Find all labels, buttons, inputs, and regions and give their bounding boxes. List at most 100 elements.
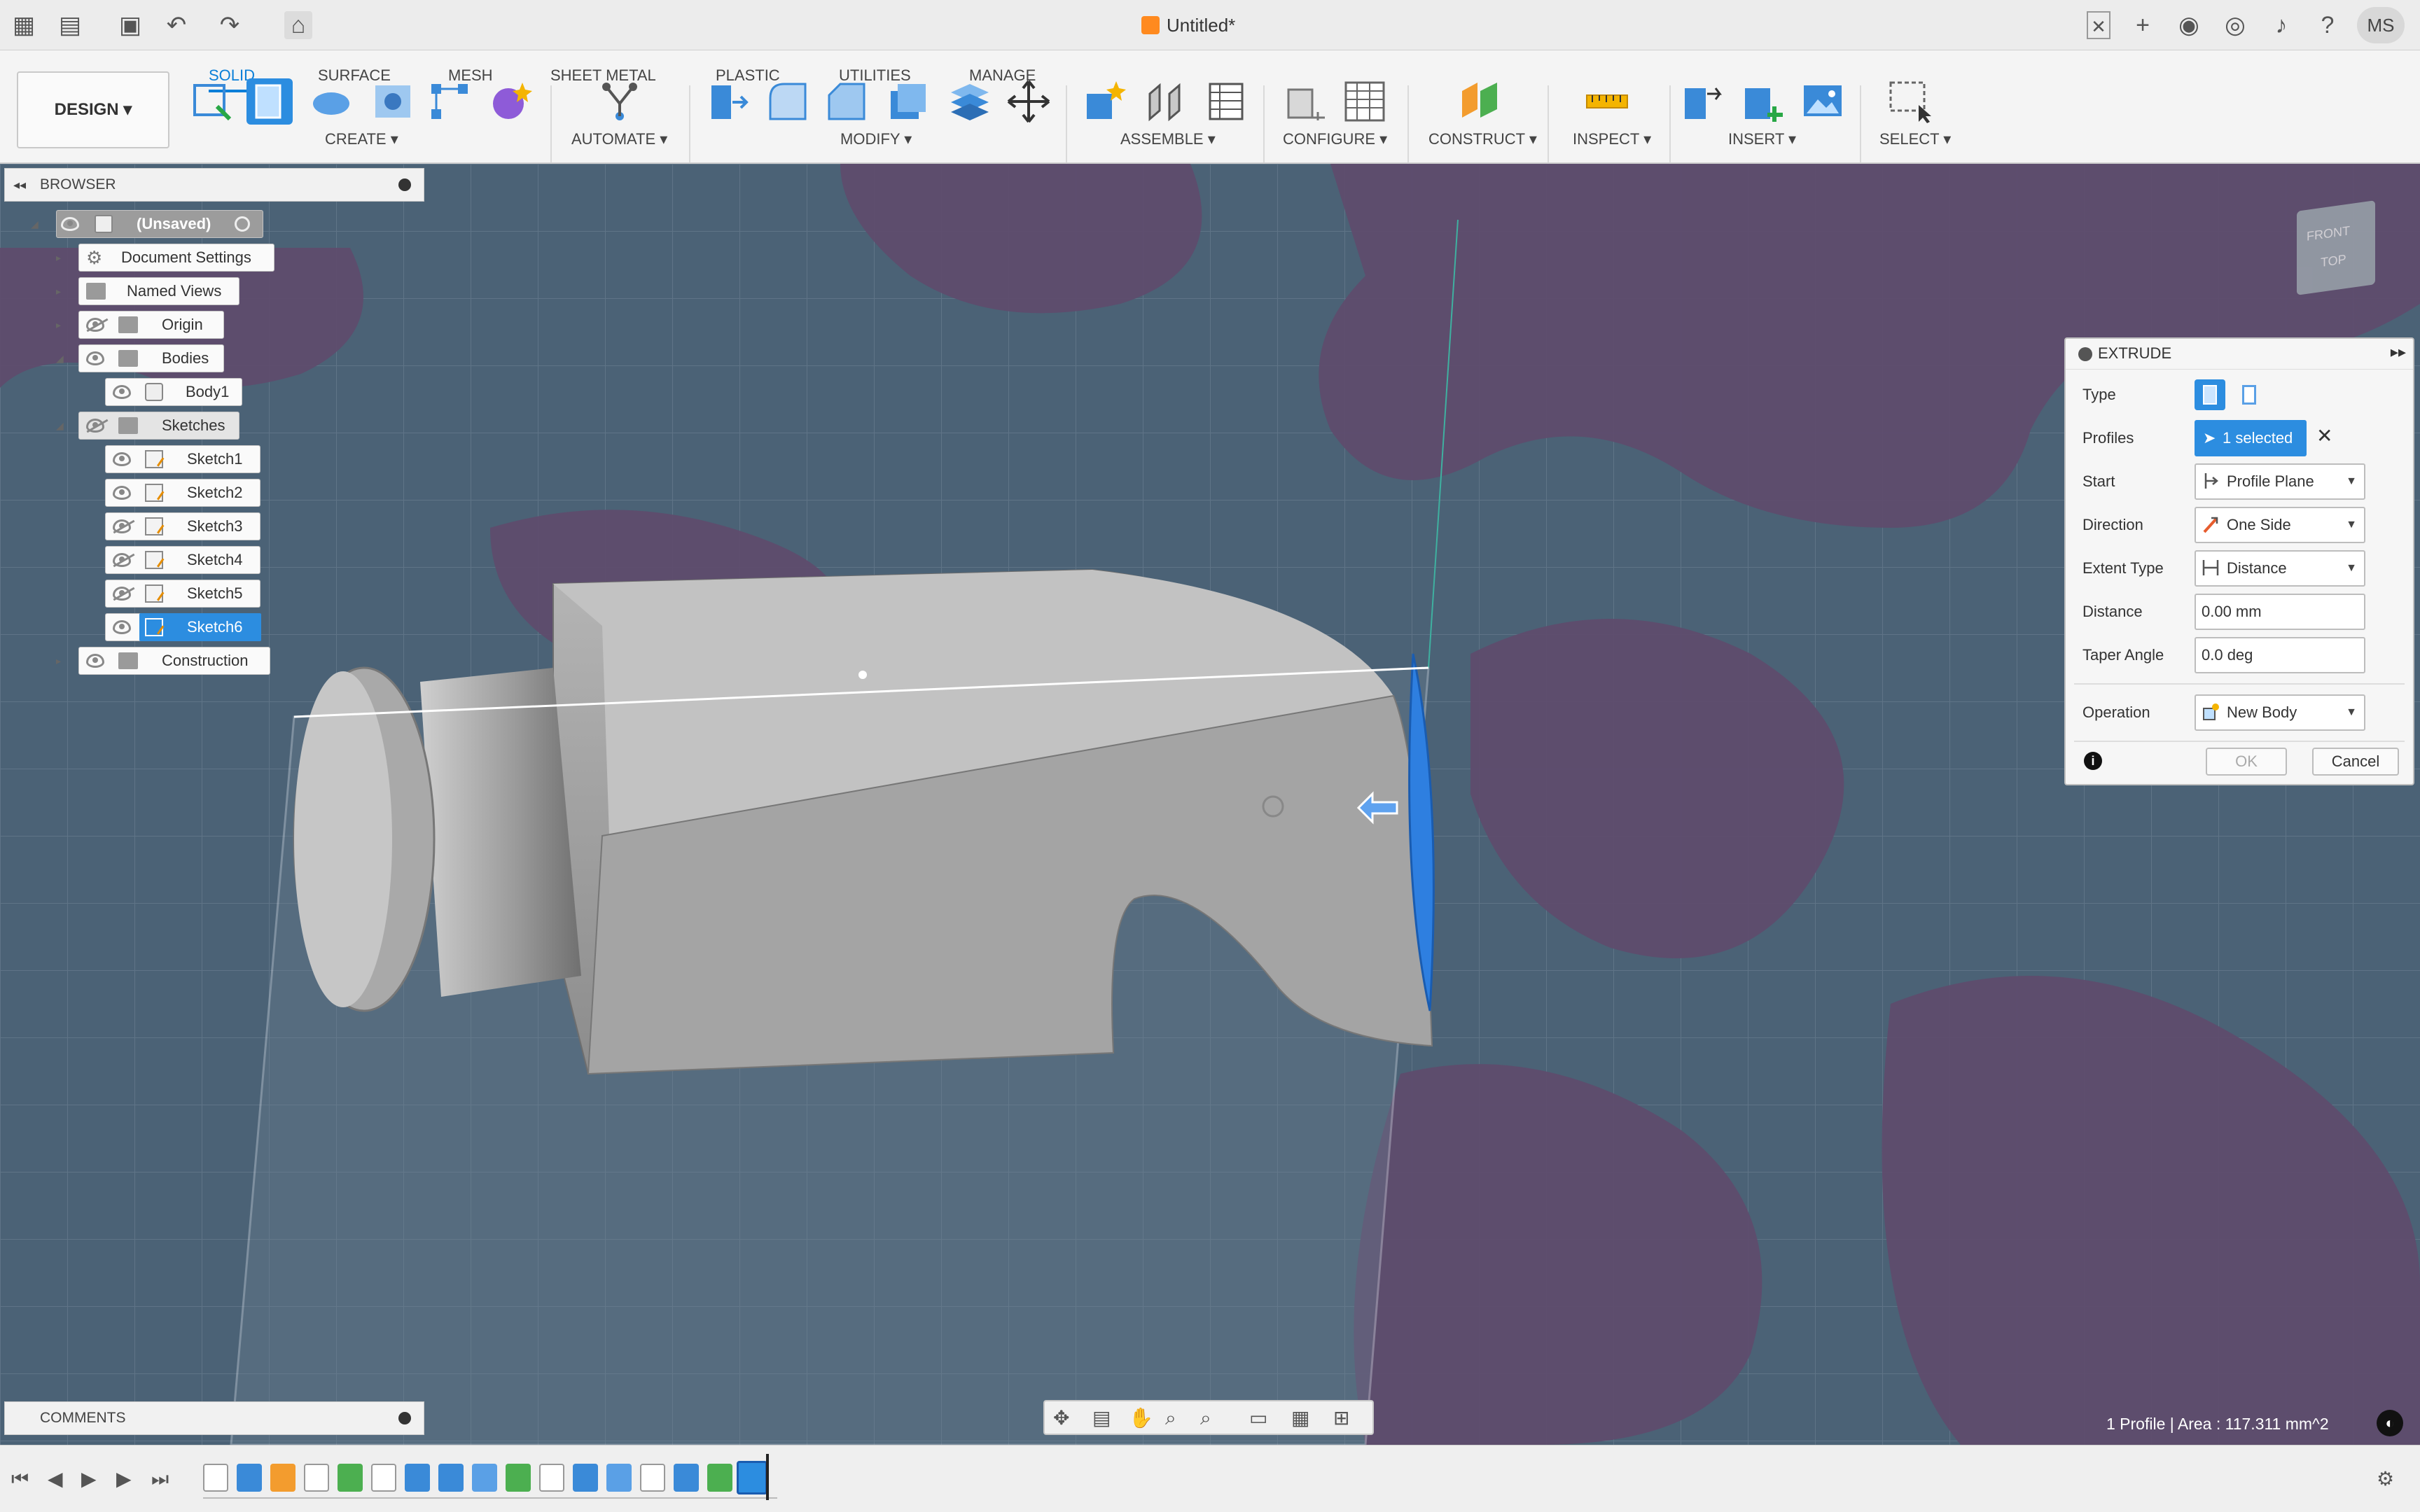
redo-icon[interactable]: ↷ (216, 11, 244, 39)
timeline-feature-sketch[interactable] (371, 1464, 396, 1492)
expand-construction-icon[interactable]: ▸ (56, 647, 61, 675)
step-back-icon[interactable]: ◀ (48, 1466, 63, 1492)
go-to-start-icon[interactable]: ⏮ (11, 1466, 29, 1492)
visibility-icon[interactable] (86, 351, 104, 365)
go-to-end-icon[interactable]: ⏭ (151, 1466, 169, 1492)
timeline-feature-sketch[interactable] (203, 1464, 228, 1492)
browser-item-document-settings[interactable]: ⚙ Document Settings (78, 244, 274, 272)
hole-button[interactable] (370, 78, 416, 125)
timeline-feature-active-sketch[interactable] (737, 1461, 767, 1494)
new-component-button[interactable] (1081, 78, 1127, 125)
inspect-group-label[interactable]: INSPECT ▾ (1573, 129, 1651, 150)
collapse-browser-icon[interactable]: ◂◂ (13, 169, 26, 201)
browser-item-sketch5[interactable]: Sketch5 (105, 580, 260, 608)
combine-button[interactable] (947, 78, 993, 125)
offset-plane-button[interactable] (1456, 78, 1503, 125)
undo-icon[interactable]: ↶ (162, 11, 190, 39)
timeline-feature-loft[interactable] (438, 1464, 464, 1492)
comments-panel[interactable]: COMMENTS (4, 1401, 424, 1435)
close-tab-icon[interactable]: ✕ (2087, 11, 2110, 39)
expand-named-views-icon[interactable]: ▸ (56, 277, 61, 305)
browser-item-sketch6[interactable]: Sketch6 (105, 613, 261, 641)
measure-button[interactable] (1584, 78, 1630, 125)
automate-button[interactable] (597, 78, 643, 125)
select-group-label[interactable]: SELECT ▾ (1879, 129, 1951, 150)
clear-selection-icon[interactable]: ✕ (2316, 424, 2332, 447)
collapse-bodies-icon[interactable]: ◢ (56, 344, 64, 372)
start-select[interactable]: Profile Plane ▼ (2195, 463, 2365, 500)
browser-item-bodies[interactable]: Bodies (78, 344, 224, 372)
extrude-dialog-header[interactable]: EXTRUDE ▸▸ (2066, 339, 2413, 370)
hidden-eye-icon[interactable] (86, 419, 104, 433)
visibility-icon[interactable] (113, 452, 131, 466)
bill-of-materials-button[interactable] (1203, 78, 1249, 125)
help-icon[interactable]: ? (2314, 11, 2342, 39)
dialog-collapse-icon[interactable] (2078, 347, 2092, 361)
timeline-feature-extrude[interactable] (405, 1464, 430, 1492)
add-comment-icon[interactable] (398, 1412, 411, 1424)
info-icon[interactable]: i (2084, 752, 2102, 770)
type-solid-button[interactable] (2195, 379, 2225, 410)
configuration-table-button[interactable] (1342, 78, 1388, 125)
user-avatar[interactable]: MS (2357, 7, 2405, 43)
dialog-expand-icon[interactable]: ▸▸ (2391, 343, 2406, 361)
browser-root-node[interactable]: (Unsaved) (56, 210, 263, 238)
expand-document-settings-icon[interactable]: ▸ (56, 244, 61, 272)
app-grid-icon[interactable]: ▦ (10, 11, 38, 39)
notifications-icon[interactable]: ♪ (2267, 11, 2295, 39)
insert-canvas-button[interactable] (1800, 78, 1846, 125)
browser-item-origin[interactable]: Origin (78, 311, 224, 339)
insert-group-label[interactable]: INSERT ▾ (1728, 129, 1796, 150)
expand-root-icon[interactable]: ◢ (31, 210, 39, 238)
assemble-group-label[interactable]: ASSEMBLE ▾ (1120, 129, 1216, 150)
home-icon[interactable]: ⌂ (284, 11, 312, 39)
revolve-button[interactable] (308, 78, 354, 125)
grid-settings-icon[interactable]: ▦ (1291, 1406, 1309, 1431)
visibility-icon[interactable] (61, 217, 79, 231)
timeline-feature-extrude[interactable] (674, 1464, 699, 1492)
save-icon[interactable]: ▣ (116, 11, 144, 39)
look-at-icon[interactable]: ▤ (1092, 1406, 1111, 1431)
browser-header[interactable]: ◂◂ BROWSER (4, 168, 424, 202)
browser-item-named-views[interactable]: Named Views (78, 277, 239, 305)
construct-group-label[interactable]: CONSTRUCT ▾ (1428, 129, 1537, 150)
canvas-viewport[interactable]: FRONT TOP (0, 164, 2420, 1445)
browser-item-sketch3[interactable]: Sketch3 (105, 512, 260, 540)
timeline-feature-sketch[interactable] (304, 1464, 329, 1492)
joint-button[interactable] (1141, 78, 1188, 125)
hidden-eye-icon[interactable] (113, 519, 131, 533)
timeline-feature-extrude[interactable] (237, 1464, 262, 1492)
timeline-feature-extrude[interactable] (472, 1464, 497, 1492)
configure-group-label[interactable]: CONFIGURE ▾ (1283, 129, 1387, 150)
fillet-button[interactable] (765, 78, 811, 125)
timeline-settings-icon[interactable]: ⚙ (2377, 1466, 2394, 1492)
chamfer-button[interactable] (823, 78, 870, 125)
zoom-window-icon[interactable]: ⌕ (1200, 1406, 1211, 1431)
browser-item-body1[interactable]: Body1 (105, 378, 242, 406)
type-thin-button[interactable] (2234, 379, 2265, 410)
model-canvas[interactable] (0, 164, 2420, 1445)
create-group-label[interactable]: CREATE ▾ (325, 129, 398, 150)
select-window-button[interactable] (1886, 78, 1933, 125)
visibility-icon[interactable] (113, 620, 131, 634)
viewports-icon[interactable]: ⊞ (1333, 1406, 1349, 1431)
modify-group-label[interactable]: MODIFY ▾ (840, 129, 912, 150)
cancel-button[interactable]: Cancel (2312, 748, 2399, 776)
hidden-eye-icon[interactable] (86, 318, 104, 332)
display-settings-icon[interactable]: ▭ (1249, 1406, 1267, 1431)
insert-derive-button[interactable] (1679, 78, 1725, 125)
job-status-icon[interactable]: ◎ (2221, 11, 2249, 39)
browser-item-sketch1[interactable]: Sketch1 (105, 445, 260, 473)
direction-select[interactable]: One Side ▼ (2195, 507, 2365, 543)
new-tab-icon[interactable]: + (2129, 11, 2157, 39)
hidden-eye-icon[interactable] (113, 587, 131, 601)
timeline-marker[interactable] (766, 1454, 769, 1500)
shell-button[interactable] (884, 78, 930, 125)
play-icon[interactable]: ▶ (81, 1466, 97, 1492)
view-cube[interactable]: FRONT TOP (2297, 200, 2375, 295)
taper-angle-input[interactable] (2195, 637, 2365, 673)
timeline-feature-plane[interactable] (707, 1464, 732, 1492)
form-button[interactable] (487, 78, 534, 125)
collapse-sketches-icon[interactable]: ◢ (56, 412, 64, 440)
operation-select[interactable]: New Body ▼ (2195, 694, 2365, 731)
